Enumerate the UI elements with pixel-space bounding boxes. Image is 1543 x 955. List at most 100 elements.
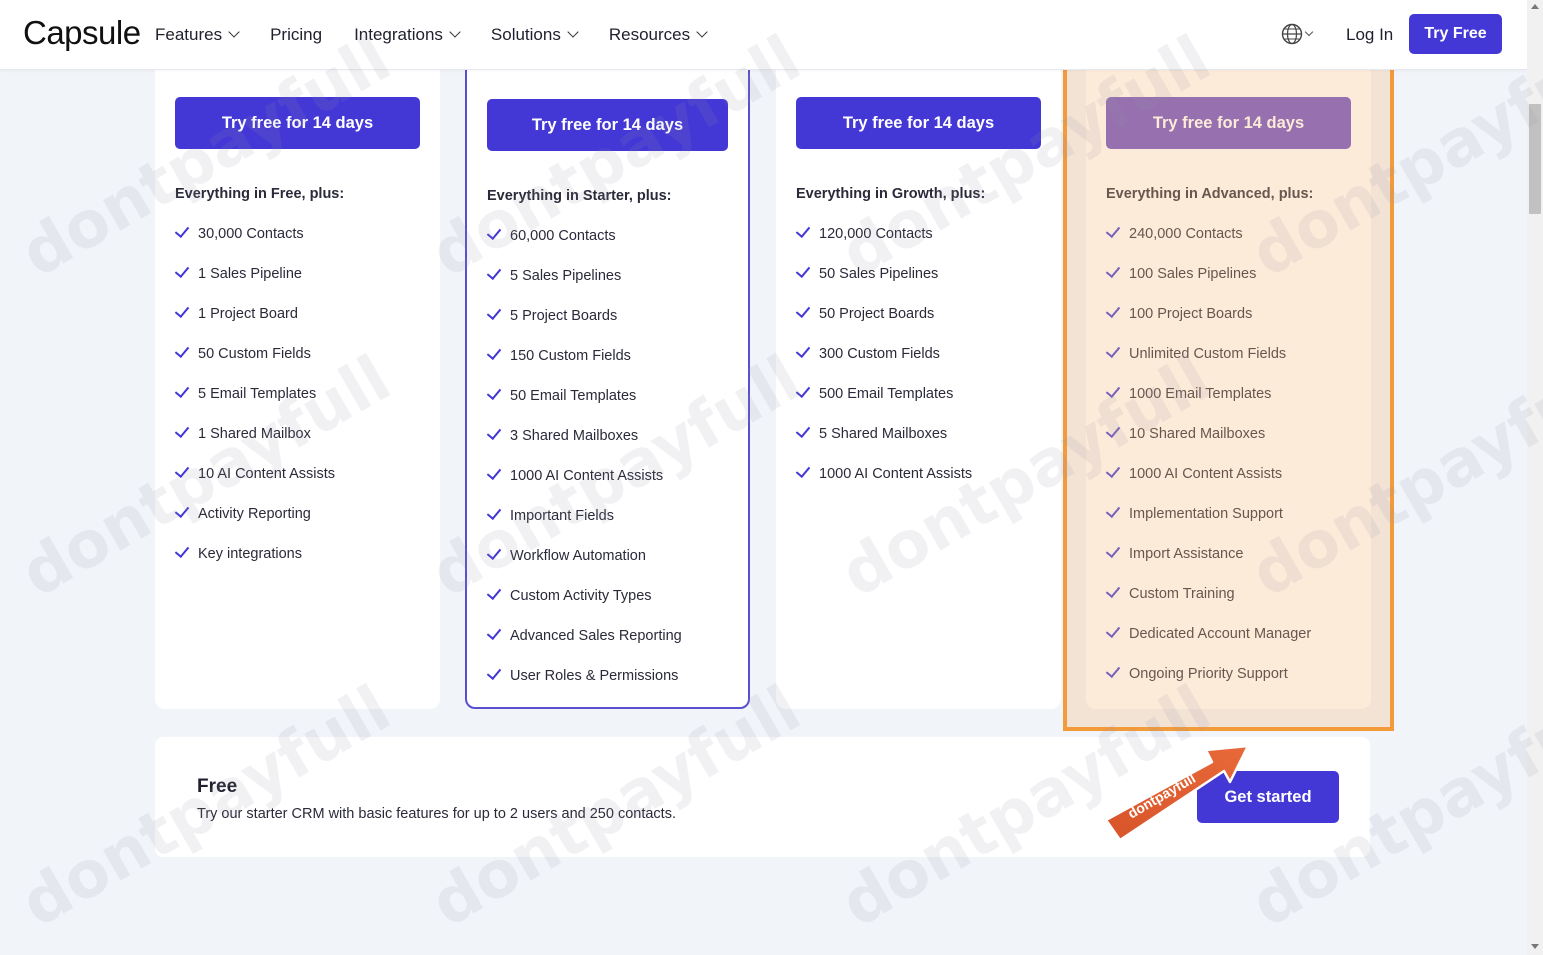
feature-item: 1000 Email Templates bbox=[1105, 382, 1311, 426]
check-icon bbox=[174, 262, 190, 279]
feature-label: 1000 AI Content Assists bbox=[819, 466, 973, 482]
plan-includes-heading: Everything in Free, plus: bbox=[175, 186, 345, 202]
chevron-down-icon bbox=[567, 26, 579, 38]
check-icon bbox=[795, 382, 811, 399]
check-icon bbox=[486, 384, 502, 401]
check-icon bbox=[795, 422, 811, 439]
check-icon bbox=[174, 502, 190, 519]
plan-includes-heading: Everything in Advanced, plus: bbox=[1106, 186, 1314, 202]
feature-label: 120,000 Contacts bbox=[819, 226, 933, 242]
feature-label: Activity Reporting bbox=[198, 506, 311, 522]
feature-label: 30,000 Contacts bbox=[198, 226, 304, 242]
nav-pricing[interactable]: Pricing bbox=[270, 25, 322, 45]
feature-label: 1000 Email Templates bbox=[1129, 386, 1272, 402]
try-free-button[interactable]: Try Free bbox=[1409, 14, 1502, 54]
feature-list: 120,000 Contacts 50 Sales Pipelines 50 Pro… bbox=[795, 222, 973, 506]
plan-card-ultimate: Try free for 14 days Everything in Advan… bbox=[1086, 40, 1371, 709]
feature-label: Workflow Automation bbox=[510, 548, 646, 564]
start-trial-button[interactable]: Try free for 14 days bbox=[487, 99, 728, 151]
check-icon bbox=[795, 462, 811, 479]
feature-label: 150 Custom Fields bbox=[510, 348, 631, 364]
plan-includes-heading: Everything in Growth, plus: bbox=[796, 186, 986, 202]
feature-item: 1 Project Board bbox=[174, 302, 335, 346]
nav-solutions-label: Solutions bbox=[490, 24, 561, 44]
check-icon bbox=[486, 304, 502, 321]
feature-item: 240,000 Contacts bbox=[1105, 222, 1311, 266]
check-icon bbox=[174, 382, 190, 399]
plan-card-growth: Try free for 14 days Everything in Start… bbox=[465, 40, 750, 709]
nav-integrations-label: Integrations bbox=[354, 24, 443, 44]
check-icon bbox=[174, 462, 190, 479]
feature-label: 100 Project Boards bbox=[1129, 306, 1253, 322]
check-icon bbox=[486, 624, 502, 641]
feature-label: Implementation Support bbox=[1129, 506, 1283, 522]
feature-item: 120,000 Contacts bbox=[795, 222, 972, 266]
feature-item: 5 Sales Pipelines bbox=[486, 264, 682, 308]
login-link[interactable]: Log In bbox=[1346, 25, 1393, 45]
feature-item: Dedicated Account Manager bbox=[1105, 622, 1311, 666]
check-icon bbox=[1105, 422, 1121, 439]
check-icon bbox=[795, 222, 811, 239]
start-trial-button[interactable]: Try free for 14 days bbox=[796, 97, 1041, 149]
chevron-down-icon bbox=[228, 26, 240, 38]
nav-features[interactable]: Features bbox=[155, 24, 240, 45]
feature-item: Custom Training bbox=[1105, 582, 1311, 626]
nav-resources[interactable]: Resources bbox=[608, 24, 708, 45]
feature-label: Custom Activity Types bbox=[510, 588, 652, 604]
check-icon bbox=[486, 344, 502, 361]
check-icon bbox=[486, 464, 502, 481]
free-plan-title: Free bbox=[197, 776, 238, 797]
vertical-scrollbar[interactable] bbox=[1527, 0, 1543, 955]
feature-item: 100 Project Boards bbox=[1105, 302, 1311, 346]
feature-item: User Roles & Permissions bbox=[486, 664, 682, 708]
feature-item: 5 Shared Mailboxes bbox=[795, 422, 972, 466]
check-icon bbox=[174, 302, 190, 319]
check-icon bbox=[1105, 582, 1121, 599]
globe-icon[interactable] bbox=[1281, 23, 1303, 45]
feature-item: 50 Sales Pipelines bbox=[795, 262, 972, 306]
feature-item: 10 Shared Mailboxes bbox=[1105, 422, 1311, 466]
free-plan-description: Try our starter CRM with basic features … bbox=[197, 806, 676, 822]
feature-label: 1 Project Board bbox=[198, 306, 298, 322]
check-icon bbox=[1105, 382, 1121, 399]
feature-item: 1000 AI Content Assists bbox=[1105, 462, 1311, 506]
feature-label: 240,000 Contacts bbox=[1129, 226, 1243, 242]
check-icon bbox=[795, 302, 811, 319]
nav-integrations[interactable]: Integrations bbox=[354, 24, 461, 45]
capsule-logo[interactable]: Capsule bbox=[23, 14, 141, 52]
feature-item: 10 AI Content Assists bbox=[174, 462, 335, 506]
feature-item: 150 Custom Fields bbox=[486, 344, 682, 388]
feature-label: 50 Sales Pipelines bbox=[819, 266, 939, 282]
check-icon bbox=[486, 424, 502, 441]
check-icon bbox=[486, 504, 502, 521]
nav-solutions[interactable]: Solutions bbox=[490, 24, 579, 45]
check-icon bbox=[1105, 502, 1121, 519]
feature-label: 1 Sales Pipeline bbox=[198, 266, 302, 282]
plan-card-advanced: Try free for 14 days Everything in Growt… bbox=[776, 40, 1061, 709]
feature-item: 1000 AI Content Assists bbox=[795, 462, 973, 506]
feature-item: Advanced Sales Reporting bbox=[486, 624, 682, 668]
plan-includes-heading: Everything in Starter, plus: bbox=[487, 188, 672, 204]
check-icon bbox=[486, 224, 502, 241]
annotation-arrow-icon: dontpayfull bbox=[1104, 744, 1250, 842]
scroll-up-icon[interactable] bbox=[1531, 4, 1539, 9]
feature-label: 5 Shared Mailboxes bbox=[819, 426, 948, 442]
check-icon bbox=[486, 264, 502, 281]
nav-features-label: Features bbox=[155, 24, 223, 44]
scroll-down-icon[interactable] bbox=[1531, 944, 1539, 949]
feature-item: 5 Project Boards bbox=[486, 304, 682, 348]
check-icon bbox=[1105, 302, 1121, 319]
scroll-thumb[interactable] bbox=[1529, 104, 1541, 214]
check-icon bbox=[1105, 222, 1121, 239]
start-trial-button[interactable]: Try free for 14 days bbox=[1106, 97, 1351, 149]
feature-item: 100 Sales Pipelines bbox=[1105, 262, 1311, 306]
feature-item: 5 Email Templates bbox=[174, 382, 335, 426]
feature-item: Important Fields bbox=[486, 504, 682, 548]
feature-label: User Roles & Permissions bbox=[510, 668, 679, 684]
check-icon bbox=[486, 544, 502, 561]
chevron-down-icon[interactable] bbox=[1304, 27, 1314, 37]
site-header: Capsule Features Pricing Integrations So… bbox=[0, 0, 1527, 70]
nav-resources-label: Resources bbox=[608, 24, 691, 44]
start-trial-button[interactable]: Try free for 14 days bbox=[175, 97, 420, 149]
main-nav: Features Pricing Integrations Solutions … bbox=[155, 0, 738, 69]
